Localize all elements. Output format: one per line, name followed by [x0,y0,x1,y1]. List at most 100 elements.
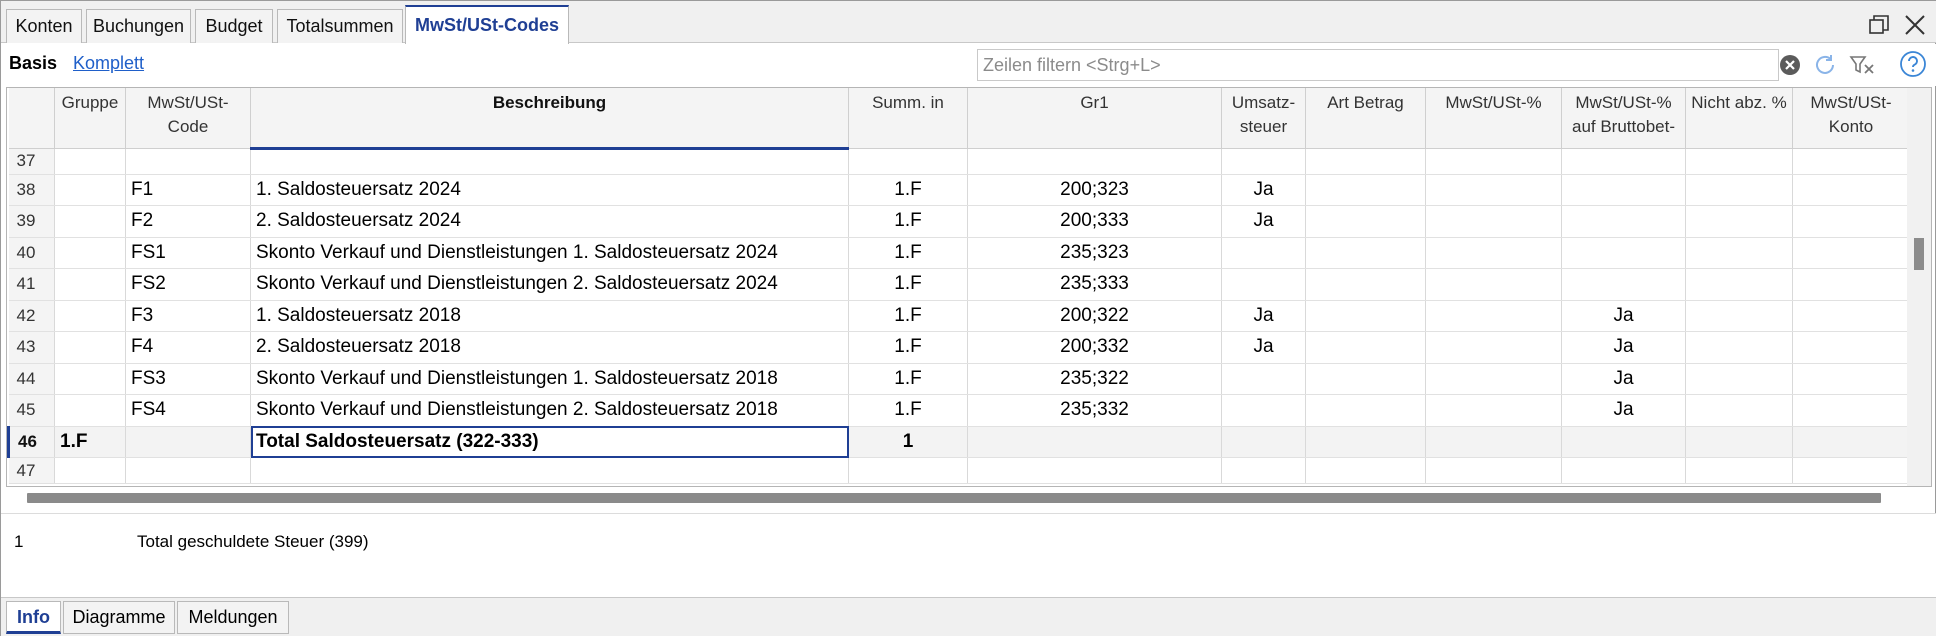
cell-code[interactable]: F4 [125,331,251,364]
cell-gr1[interactable] [967,148,1222,175]
cell-konto[interactable] [1792,331,1910,364]
cell-summ-in[interactable]: 1.F [848,205,968,238]
cell-nicht-abz[interactable] [1685,268,1793,301]
header-gruppe[interactable]: Gruppe [54,88,126,149]
table-row[interactable]: 45 FS4 Skonto Verkauf und Dienstleistung… [8,394,1910,427]
table-row[interactable]: 38 F1 1. Saldosteuersatz 2024 1.F 200;32… [8,174,1910,206]
cell-nicht-abz[interactable] [1685,426,1793,458]
cell-mwst-pct[interactable] [1425,148,1562,175]
table-row[interactable]: 43 F4 2. Saldosteuersatz 2018 1.F 200;33… [8,331,1910,364]
cell-mwst-pct[interactable] [1425,300,1562,332]
cell-nicht-abz[interactable] [1685,363,1793,395]
table-row[interactable]: 37 [8,148,1910,175]
cell-gr1[interactable] [967,457,1222,484]
cell-mwst-pct[interactable] [1425,268,1562,301]
cell-nicht-abz[interactable] [1685,237,1793,269]
clear-filter-icon[interactable] [1779,54,1801,81]
cell-konto[interactable] [1792,363,1910,395]
vertical-scrollbar[interactable] [1907,88,1931,486]
cell-brutto[interactable] [1561,205,1686,238]
help-icon[interactable] [1899,50,1927,83]
cell-gr1[interactable]: 200;322 [967,300,1222,332]
cell-konto[interactable] [1792,237,1910,269]
cell-mwst-pct[interactable] [1425,205,1562,238]
cell-konto[interactable] [1792,174,1910,206]
cell-umsatzsteuer[interactable] [1221,426,1306,458]
cell-mwst-pct[interactable] [1425,426,1562,458]
cell-konto[interactable] [1792,148,1910,175]
filter-toggle-icon[interactable] [1849,53,1877,82]
cell-gruppe[interactable] [54,394,126,427]
header-brutto[interactable]: MwSt/USt-% auf Bruttobet- [1561,88,1686,149]
cell-umsatzsteuer[interactable] [1221,457,1306,484]
cell-beschreibung[interactable]: Skonto Verkauf und Dienstleistungen 2. S… [250,268,849,301]
restore-window-icon[interactable] [1867,13,1891,37]
table-row[interactable]: 42 F3 1. Saldosteuersatz 2018 1.F 200;32… [8,300,1910,332]
cell-gruppe[interactable] [54,237,126,269]
cell-beschreibung[interactable]: 1. Saldosteuersatz 2018 [250,300,849,332]
cell-umsatzsteuer[interactable]: Ja [1221,300,1306,332]
cell-code[interactable]: F1 [125,174,251,206]
cell-gr1[interactable]: 200;323 [967,174,1222,206]
cell-summ-in[interactable]: 1 [848,426,968,458]
cell-brutto[interactable]: Ja [1561,363,1686,395]
cell-mwst-pct[interactable] [1425,363,1562,395]
cell-art-betrag[interactable] [1305,331,1426,364]
cell-umsatzsteuer[interactable]: Ja [1221,331,1306,364]
cell-konto[interactable] [1792,426,1910,458]
table-row[interactable]: 40 FS1 Skonto Verkauf und Dienstleistung… [8,237,1910,269]
header-summ-in[interactable]: Summ. in [848,88,968,149]
cell-beschreibung[interactable]: 2. Saldosteuersatz 2024 [250,205,849,238]
cell-code[interactable] [125,426,251,458]
cell-brutto[interactable]: Ja [1561,394,1686,427]
tab-buchungen[interactable]: Buchungen [86,9,191,43]
cell-brutto[interactable] [1561,457,1686,484]
cell-mwst-pct[interactable] [1425,331,1562,364]
cell-gr1[interactable]: 235;332 [967,394,1222,427]
header-konto[interactable]: MwSt/USt- Konto [1792,88,1910,149]
cell-gr1[interactable]: 235;323 [967,237,1222,269]
cell-gruppe[interactable] [54,148,126,175]
cell-nicht-abz[interactable] [1685,174,1793,206]
cell-beschreibung[interactable]: 1. Saldosteuersatz 2024 [250,174,849,206]
cell-art-betrag[interactable] [1305,148,1426,175]
cell-nicht-abz[interactable] [1685,205,1793,238]
cell-gruppe[interactable] [54,205,126,238]
cell-code[interactable]: F2 [125,205,251,238]
cell-brutto[interactable] [1561,148,1686,175]
header-gr1[interactable]: Gr1 [967,88,1222,149]
cell-art-betrag[interactable] [1305,394,1426,427]
cell-umsatzsteuer[interactable] [1221,148,1306,175]
cell-summ-in[interactable]: 1.F [848,363,968,395]
cell-beschreibung[interactable]: Skonto Verkauf und Dienstleistungen 2. S… [250,394,849,427]
table-row[interactable]: 44 FS3 Skonto Verkauf und Dienstleistung… [8,363,1910,395]
cell-code[interactable]: FS3 [125,363,251,395]
tab-budget[interactable]: Budget [195,9,273,43]
tab-meldungen[interactable]: Meldungen [177,601,289,634]
cell-art-betrag[interactable] [1305,363,1426,395]
cell-gr1[interactable]: 235;333 [967,268,1222,301]
cell-code[interactable] [125,148,251,175]
cell-nicht-abz[interactable] [1685,394,1793,427]
cell-art-betrag[interactable] [1305,268,1426,301]
cell-umsatzsteuer[interactable]: Ja [1221,205,1306,238]
cell-summ-in[interactable]: 1.F [848,394,968,427]
filter-input[interactable] [978,50,1738,80]
cell-code[interactable]: FS2 [125,268,251,301]
cell-konto[interactable] [1792,300,1910,332]
cell-brutto[interactable] [1561,237,1686,269]
cell-art-betrag[interactable] [1305,457,1426,484]
cell-mwst-pct[interactable] [1425,237,1562,269]
vertical-scroll-thumb[interactable] [1914,238,1924,270]
cell-umsatzsteuer[interactable] [1221,268,1306,301]
cell-beschreibung[interactable]: Skonto Verkauf und Dienstleistungen 1. S… [250,363,849,395]
cell-code[interactable] [125,457,251,484]
cell-code[interactable]: FS1 [125,237,251,269]
cell-gr1[interactable]: 235;322 [967,363,1222,395]
cell-brutto[interactable] [1561,268,1686,301]
cell-summ-in[interactable]: 1.F [848,174,968,206]
cell-mwst-pct[interactable] [1425,457,1562,484]
cell-summ-in[interactable]: 1.F [848,268,968,301]
cell-nicht-abz[interactable] [1685,457,1793,484]
cell-beschreibung-active[interactable]: Total Saldosteuersatz (322-333) [250,426,849,458]
